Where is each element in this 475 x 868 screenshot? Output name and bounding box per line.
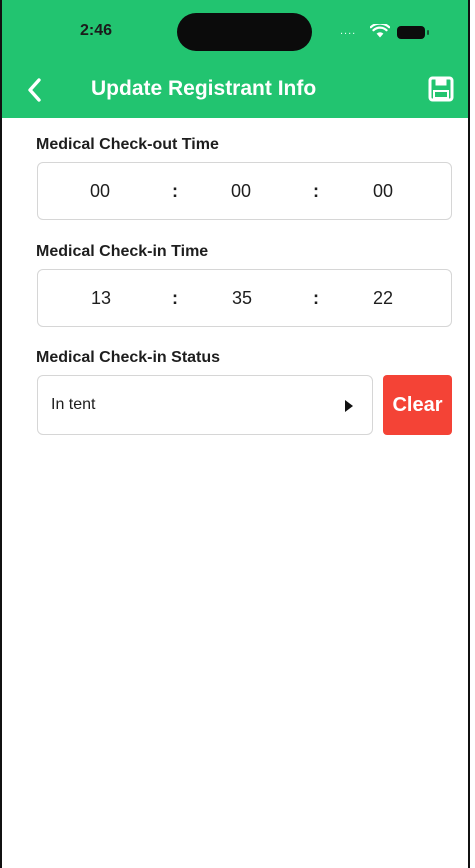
checkin-seconds[interactable]: 22 [373,270,393,326]
checkout-seconds[interactable]: 00 [373,163,393,219]
checkin-time-picker[interactable]: 13 : 35 : 22 [37,269,452,327]
app-header: 2:46 .... Update Registrant Info [2,0,468,118]
page-title: Update Registrant Info [91,77,317,100]
checkin-minutes[interactable]: 35 [232,270,252,326]
dynamic-island [177,13,312,51]
checkin-status-label: Medical Check-in Status [36,349,221,366]
checkin-status-value: In tent [51,396,96,413]
battery-icon [397,26,429,39]
clear-button[interactable]: Clear [383,375,452,435]
checkout-hours[interactable]: 00 [90,163,110,219]
time-separator: : [313,180,319,201]
time-separator: : [313,287,319,308]
time-separator: : [172,287,178,308]
save-icon[interactable] [427,75,455,103]
checkout-time-label: Medical Check-out Time [36,136,219,153]
checkin-status-select[interactable]: In tent [37,375,373,435]
checkin-hours[interactable]: 13 [91,270,111,326]
phone-screen: 2:46 .... Update Registrant Info Medical… [0,0,470,868]
checkout-time-picker[interactable]: 00 : 00 : 00 [37,162,452,220]
caret-right-icon [345,400,353,412]
signal-icon: .... [340,25,357,37]
time-separator: : [172,180,178,201]
checkout-minutes[interactable]: 00 [231,163,251,219]
status-time: 2:46 [80,22,113,39]
checkin-time-label: Medical Check-in Time [36,243,209,260]
back-icon[interactable] [20,72,48,108]
wifi-icon [370,24,390,38]
